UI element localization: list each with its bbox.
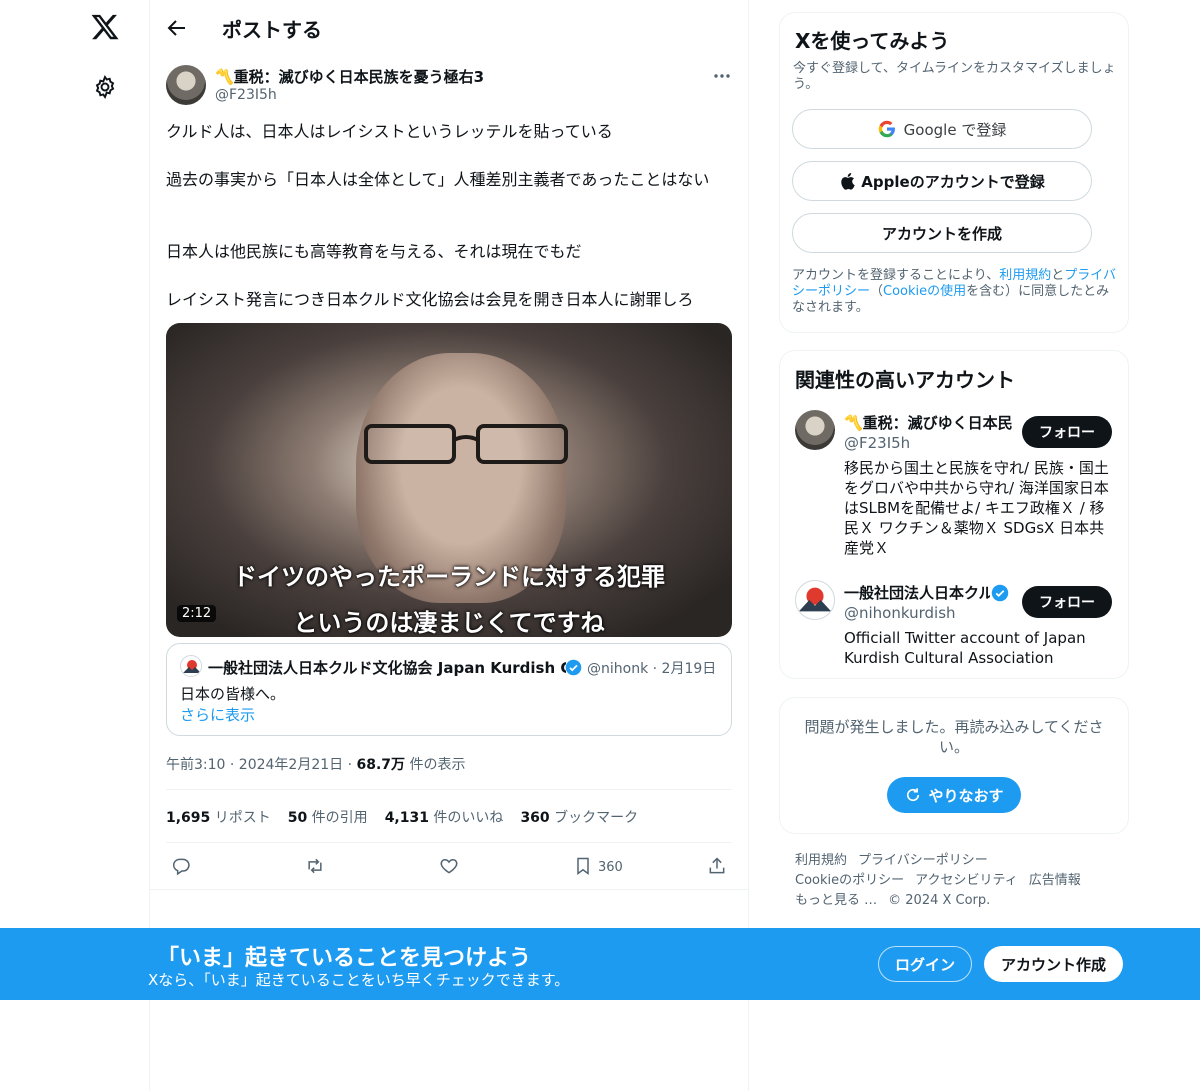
reposts-label: リポスト [210,810,271,826]
banner-signup-button[interactable]: アカウント作成 [984,946,1123,982]
page-title: ポストする [222,18,322,42]
footer-link-terms[interactable]: 利用規約 [795,853,847,868]
related-account-name[interactable]: 一般社団法人日本クルド文化協会 [844,582,990,603]
reply-icon[interactable] [171,856,191,876]
error-message: 問題が発生しました。再読み込みしてください。 [804,718,1104,756]
related-account-avatar[interactable] [795,410,835,450]
likes-label: 件のいいね [428,810,504,826]
divider [166,789,732,790]
show-more-link[interactable]: さらに表示 [180,704,255,725]
retry-button[interactable]: やりなおす [887,777,1021,813]
footer-link-accessibility[interactable]: アクセシビリティ [915,873,1018,888]
quoted-post-handle-date: @nihonk · 2月19日 [587,661,717,677]
author-avatar[interactable] [166,65,206,105]
quoted-post-text: 日本の皆様へ。 [180,685,286,703]
bookmarks-count: 360 [520,810,550,826]
terms-of-service-link[interactable]: 利用規約 [999,268,1051,283]
bookmark-icon[interactable] [573,856,593,876]
share-icon[interactable] [707,856,727,876]
banner-subtitle: Xなら、「いま」起きていることをいち早くチェックできます。 [148,971,570,989]
back-arrow-icon[interactable] [165,16,189,40]
video-subtitle-line-2: というのは凄まじくてですね [293,609,605,637]
video-player[interactable]: ドイツのやったポーランドに対する犯罪 というのは凄まじくてですね [166,323,732,637]
post-text-paragraph: 日本人は他民族にも高等教育を与える、それは現在でもだ [166,242,582,261]
author-name[interactable]: 〽️重税：滅びゆく日本民族を憂う極右3 [215,66,484,87]
reposts-stat[interactable]: 1,695 リポスト [166,810,271,826]
view-count: 68.7万 [356,757,406,773]
bookmarks-label: ブックマーク [549,810,639,826]
post-text-paragraph: レイシスト発言につき日本クルド文化協会は会見を開き日本人に謝罪しろ [166,290,694,309]
terms-text: アカウントを登録することにより、 [792,268,1000,283]
verified-badge-icon [565,659,582,676]
cookie-use-link[interactable]: Cookieの使用 [883,284,966,299]
follow-button[interactable]: フォロー [1022,586,1112,618]
video-frame-glasses [364,424,568,464]
view-count-label: 件の表示 [405,757,466,773]
x-logo-icon[interactable] [90,12,120,42]
retry-label: やりなおす [928,786,1004,805]
bookmark-count: 360 [598,860,623,875]
create-account-button[interactable]: アカウントを作成 [792,213,1092,253]
video-duration-badge: 2:12 [177,605,217,622]
refresh-icon [907,788,920,802]
quotes-count: 50 [287,810,308,826]
footer-link-ads[interactable]: 広告情報 [1029,873,1081,888]
post-text-paragraph: クルド人は、日本人はレイシストというレッテルを貼っている [166,122,613,141]
apple-signup-label: Appleのアカウントで登録 [861,172,1045,191]
signup-card-subtitle: 今すぐ登録して、タイムラインをカスタマイズしましょう。 [793,61,1116,92]
likes-stat[interactable]: 4,131 件のいいね [385,810,504,826]
post-timestamp[interactable]: 午前3:10 · 2024年2月21日 · [166,757,357,773]
post-text-paragraph: 過去の事実から「日本人は全体として」人種差別主義者であったことはない [166,170,710,189]
signup-terms: アカウントを登録することにより、利用規約とプライバシーポリシー（Cookieの使… [792,268,1117,316]
google-signup-button[interactable]: Google で登録 [792,109,1092,149]
quoted-post-avatar [180,655,202,677]
post-timestamp-views: 午前3:10 · 2024年2月21日 · 68.7万 件の表示 [166,754,466,774]
google-icon [878,120,895,138]
related-account-name[interactable]: 〽️重税：滅びゆく日本民族を憂う極右3 [844,412,1012,433]
related-account-avatar[interactable] [795,580,835,620]
apple-icon [841,173,855,190]
like-heart-icon[interactable] [439,856,459,876]
signup-card-title: Xを使ってみよう [795,29,950,53]
footer-link-privacy[interactable]: プライバシーポリシー [858,853,988,868]
google-signup-label: Google で登録 [903,120,1007,139]
quotes-stat[interactable]: 50 件の引用 [288,810,368,826]
footer-links: 利用規約 プライバシーポリシー Cookieのポリシー アクセシビリティ 広告情報 も… [795,851,1115,911]
related-account-handle[interactable]: @F23I5h [844,434,910,452]
bookmarks-stat: 360 ブックマーク [520,810,638,826]
related-account-bio: Officiall Twitter account of Japan Kurdi… [844,629,1086,667]
apple-signup-button[interactable]: Appleのアカウントで登録 [792,161,1092,201]
gear-icon[interactable] [92,74,118,100]
related-account-bio: 移民から国土と民族を守れ/ 民族・国土をグロバや中共から守れ/ 海洋国家日本はS… [844,459,1109,557]
footer-copyright: © 2024 X Corp. [888,893,991,908]
reposts-count: 1,695 [166,810,211,826]
terms-text: （ [870,284,884,299]
related-account-handle[interactable]: @nihonkurdish [844,604,956,622]
more-options-icon[interactable] [712,68,732,84]
banner-title: 「いま」起きていることを見つけよう [157,946,532,971]
repost-icon[interactable] [305,856,325,876]
login-button[interactable]: ログイン [878,946,972,982]
verified-badge-icon [991,584,1009,602]
quotes-label: 件の引用 [307,810,368,826]
related-accounts-title: 関連性の高いアカウント [795,368,1015,392]
follow-button[interactable]: フォロー [1022,416,1112,448]
divider [150,889,748,890]
quoted-post-author-name: 一般社団法人日本クルド文化協会 Japan Kurdish Cu [208,659,566,677]
divider [166,842,732,843]
author-handle[interactable]: @F23I5h [215,87,277,103]
terms-text: と [1051,268,1065,283]
engagement-stats: 1,695 リポスト 50 件の引用 4,131 件のいいね 360 ブックマーク [166,807,638,827]
footer-link-more[interactable]: もっと見る … [795,893,877,908]
likes-count: 4,131 [384,810,429,826]
footer-link-cookie[interactable]: Cookieのポリシー [795,873,904,888]
video-subtitle-line-1: ドイツのやったポーランドに対する犯罪 [233,563,665,591]
